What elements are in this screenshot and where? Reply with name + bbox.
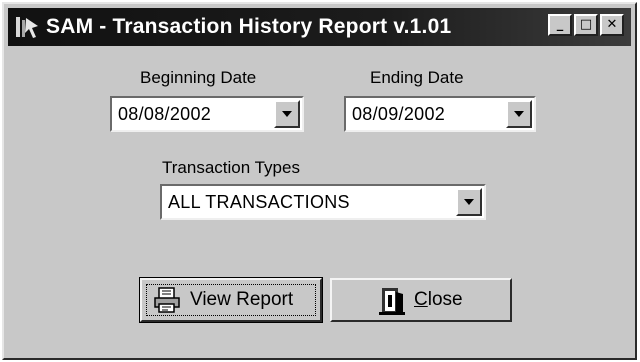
ending-date-value: 08/09/2002 <box>352 104 446 124</box>
view-report-label: View Report <box>190 289 294 310</box>
report-printer-icon <box>154 287 182 318</box>
maximize-button[interactable]: □ <box>574 14 598 36</box>
transaction-types-value: ALL TRANSACTIONS <box>168 192 350 212</box>
beginning-date-value: 08/08/2002 <box>118 104 212 124</box>
chevron-down-icon <box>464 199 474 205</box>
ending-date-combo[interactable]: 08/09/2002 <box>344 96 536 132</box>
transaction-types-dropdown-button[interactable] <box>456 188 482 216</box>
chevron-down-icon <box>514 111 524 117</box>
close-mnemonic: C <box>414 289 428 310</box>
beginning-date-combo[interactable]: 08/08/2002 <box>110 96 304 132</box>
beginning-date-label: Beginning Date <box>140 68 257 87</box>
title-bar[interactable]: SAM - Transaction History Report v.1.01 … <box>8 8 631 46</box>
close-window-button[interactable]: ✕ <box>600 14 624 36</box>
close-button-label: Close <box>414 280 463 320</box>
transaction-types-combo[interactable]: ALL TRANSACTIONS <box>160 184 486 220</box>
ending-date-dropdown-button[interactable] <box>506 100 532 128</box>
close-button[interactable]: Close <box>330 278 512 322</box>
transaction-types-label: Transaction Types <box>162 158 300 177</box>
chevron-down-icon <box>282 111 292 117</box>
door-exit-icon <box>378 286 406 321</box>
app-icon <box>14 14 40 40</box>
beginning-date-dropdown-button[interactable] <box>274 100 300 128</box>
view-report-button[interactable]: View Report <box>139 277 323 323</box>
ending-date-label: Ending Date <box>370 68 464 87</box>
report-dialog-window: SAM - Transaction History Report v.1.01 … <box>2 2 637 360</box>
minimize-button[interactable]: _ <box>548 14 572 36</box>
close-label-rest: lose <box>427 289 463 310</box>
window-title: SAM - Transaction History Report v.1.01 <box>46 15 452 38</box>
